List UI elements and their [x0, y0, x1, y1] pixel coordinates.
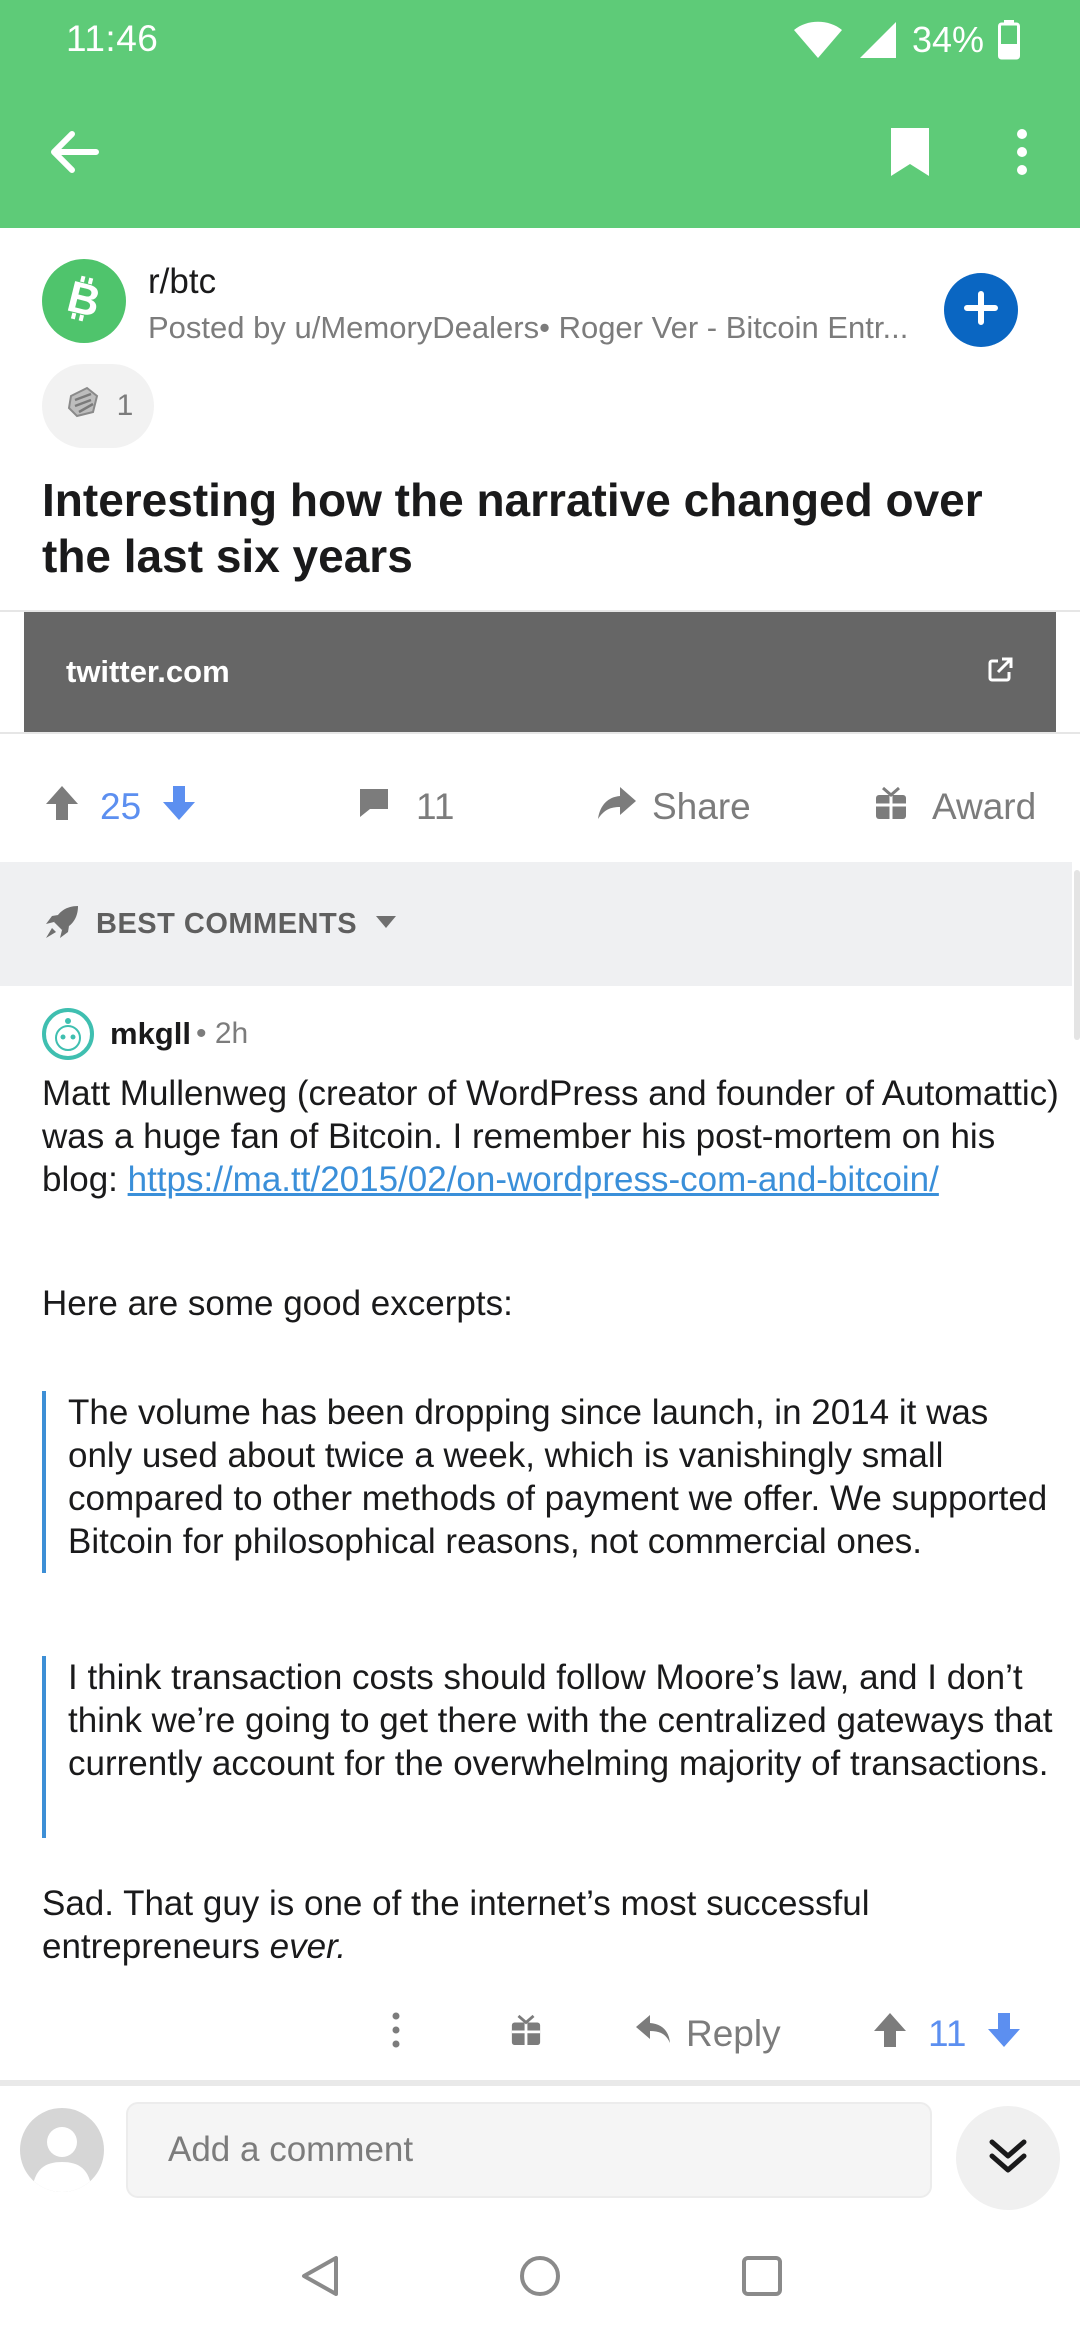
comment-time: • 2h	[196, 1017, 249, 1050]
comment-link[interactable]: https://ma.tt/2015/02/on-wordpress-com-a…	[128, 1160, 939, 1199]
square-recents-icon	[741, 2255, 783, 2302]
join-button[interactable]	[944, 273, 1018, 347]
share-label: Share	[652, 786, 751, 827]
comment-input[interactable]	[126, 2102, 932, 2198]
chevron-down-icon	[375, 915, 397, 934]
gift-icon	[510, 2013, 542, 2056]
double-chevron-down-icon	[988, 2136, 1028, 2181]
rocket-icon	[42, 902, 82, 947]
award-icon	[63, 382, 103, 430]
nav-home-button[interactable]	[510, 2248, 570, 2308]
status-bar: 11:46 34%	[0, 0, 1080, 80]
award-label: Award	[932, 786, 1037, 827]
comments-button[interactable]: 11	[356, 752, 454, 862]
downvote-icon[interactable]	[161, 784, 197, 831]
comment-count: 11	[416, 786, 455, 827]
comment-body: Matt Mullenweg (creator of WordPress and…	[42, 1072, 1062, 1201]
award-count: 1	[116, 389, 134, 422]
nav-back-button[interactable]	[290, 2248, 350, 2308]
reply-label: Reply	[686, 2013, 781, 2054]
post-title: Interesting how the narrative changed ov…	[42, 474, 983, 582]
comment-closing: Sad. That guy is one of the internet’s m…	[42, 1882, 1062, 1968]
post-vote-group: 25	[44, 752, 197, 862]
status-time: 11:46	[66, 18, 159, 59]
app-bar: 11:46 34%	[0, 0, 1080, 228]
circle-home-icon	[518, 2254, 562, 2303]
link-domain: twitter.com	[66, 654, 230, 689]
subreddit-avatar[interactable]: B	[42, 259, 126, 343]
status-icons: 34%	[792, 18, 1020, 62]
comment-vote-group: 11	[872, 1994, 1022, 2074]
link-preview[interactable]: twitter.com	[24, 612, 1056, 732]
bitcoin-icon: B	[58, 271, 110, 330]
comment-icon	[356, 785, 392, 830]
comment-avatar[interactable]	[42, 1008, 94, 1060]
triangle-back-icon	[300, 2254, 340, 2303]
subreddit-name[interactable]: r/btc	[148, 262, 216, 302]
toolbar	[0, 80, 1080, 228]
closing-text: Sad. That guy is one of the internet’s m…	[42, 1884, 870, 1966]
more-vertical-icon	[1016, 128, 1028, 181]
comment-author[interactable]: mkgll	[110, 1016, 191, 1052]
downvote-icon[interactable]	[986, 2011, 1022, 2058]
comment-award-button[interactable]	[510, 1994, 542, 2074]
share-button[interactable]: Share	[596, 752, 751, 862]
bookmark-icon	[888, 125, 932, 184]
plus-icon	[963, 290, 999, 331]
more-vertical-icon	[392, 2012, 400, 2057]
blockquote-2: I think transaction costs should follow …	[42, 1656, 1062, 1838]
award-button[interactable]: Award	[874, 752, 1036, 862]
reply-icon	[634, 2013, 672, 2056]
more-options-button[interactable]	[988, 120, 1056, 188]
external-link-icon	[986, 656, 1014, 689]
scrollbar[interactable]	[1074, 870, 1080, 1040]
comment-actions: Reply 11	[0, 1994, 1080, 2074]
sort-label: BEST COMMENTS	[96, 907, 358, 940]
collapse-comments-button[interactable]	[956, 2106, 1060, 2210]
sort-bar[interactable]: BEST COMMENTS	[0, 862, 1072, 986]
battery-percent: 34%	[911, 19, 984, 60]
arrow-left-icon	[48, 130, 100, 179]
wifi-icon	[792, 20, 844, 60]
system-nav-bar	[0, 2216, 1080, 2340]
comment-vote-count: 11	[928, 2013, 967, 2054]
bookmark-button[interactable]	[876, 120, 944, 188]
share-icon	[596, 785, 638, 830]
reply-button[interactable]: Reply	[634, 1994, 781, 2074]
comment-more-button[interactable]	[392, 1994, 400, 2074]
user-avatar[interactable]	[20, 2108, 104, 2192]
nav-recents-button[interactable]	[732, 2248, 792, 2308]
post-vote-count: 25	[100, 786, 142, 827]
battery-icon	[998, 20, 1020, 60]
gift-icon	[874, 785, 908, 830]
closing-emphasis: ever.	[269, 1927, 347, 1966]
compose-bar	[0, 2086, 1080, 2216]
blockquote-1: The volume has been dropping since launc…	[42, 1391, 1062, 1573]
posted-by[interactable]: Posted by u/MemoryDealers• Roger Ver - B…	[148, 310, 928, 346]
upvote-icon[interactable]	[872, 2011, 908, 2058]
comment-paragraph: Here are some good excerpts:	[42, 1284, 513, 1323]
upvote-icon[interactable]	[44, 784, 80, 831]
award-chip[interactable]: 1	[42, 364, 154, 448]
signal-icon	[858, 20, 898, 60]
post-actions: 25 11 Share Award	[0, 752, 1080, 862]
back-button[interactable]	[40, 120, 108, 188]
